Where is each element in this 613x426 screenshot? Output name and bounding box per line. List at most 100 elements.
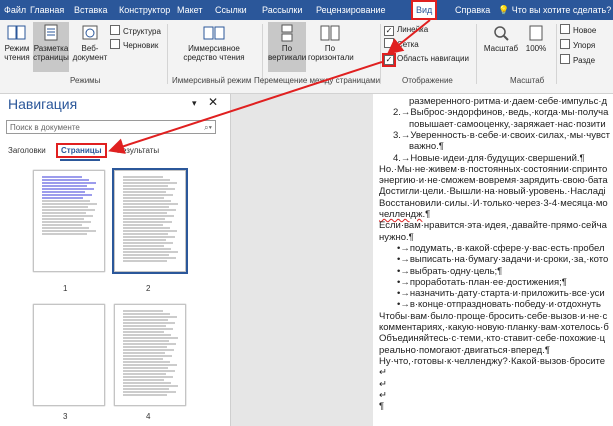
document-line: 4.→Новые·идеи·для·будущих·свершений.¶	[393, 152, 585, 164]
web-layout-button[interactable]: Веб- документ	[72, 22, 108, 72]
page-content-preview	[123, 176, 178, 262]
separator	[167, 24, 168, 84]
document-line: ↵	[379, 389, 387, 401]
arrange-all-icon	[560, 39, 570, 49]
page-thumbnail[interactable]	[33, 304, 105, 406]
tell-me-box[interactable]: 💡 Что вы хотите сделать?	[498, 0, 611, 20]
document-line: 2.→Выброс·эндорфинов,·ведь,·когда·мы·пол…	[393, 107, 609, 119]
document-line: важно.¶	[409, 141, 444, 153]
vertical-pages-icon	[281, 24, 293, 42]
tab-6[interactable]: Рассылки	[262, 0, 302, 20]
document-line: •→выбрать·одну·цель;¶	[397, 265, 503, 277]
document-line: •→подумать,·в·какой·сфере·у·вас·есть·про…	[397, 242, 605, 254]
tab-0[interactable]: Файл	[4, 0, 26, 20]
page-thumbnail[interactable]	[114, 304, 186, 406]
tab-pages[interactable]: Страницы	[56, 143, 107, 158]
new-window-button[interactable]: Новое	[560, 24, 596, 36]
tab-headings[interactable]: Заголовки	[8, 146, 46, 155]
page-thumbnail-selected[interactable]	[112, 168, 188, 274]
document-line: Восстановили·силы.·И·только·через·3-4·ме…	[379, 197, 608, 209]
immersive-reader-button[interactable]: Иммерсивное средство чтения	[172, 22, 256, 72]
checkbox-checked-icon: ✓	[384, 26, 394, 36]
tab-9[interactable]: Справка	[455, 0, 490, 20]
document-area[interactable]: размеренного·ритма·и·даем·себе·импульс·д…	[231, 94, 613, 426]
document-line: •→в·конце·отпраздновать·победу·и·отдохну…	[397, 299, 601, 311]
document-line: комментариях,·какую·новую·планку·вам·хот…	[379, 322, 609, 333]
search-icon[interactable]: ⌕▾	[204, 121, 212, 135]
zoom-icon	[494, 26, 509, 41]
document-line: реально·помогают·двигаться·вперед.¶	[379, 344, 550, 356]
document-line: повышает·самооценку,·заряжает·нас·позити	[409, 118, 606, 130]
split-icon	[560, 54, 570, 64]
document-line: •→назначить·дату·старта·и·приложить·все·…	[397, 288, 605, 300]
page-number-label: 4	[146, 412, 151, 421]
web-layout-icon	[82, 25, 98, 40]
print-layout-icon	[44, 24, 58, 41]
immersive-reader-icon	[203, 26, 225, 40]
close-icon[interactable]: ✕	[208, 95, 218, 109]
document-line: размеренного·ритма·и·даем·себе·импульс·д	[409, 96, 608, 107]
document-line: Но.·Мы·не·живем·в·постоянных·состоянии·с…	[379, 163, 608, 175]
tab-1[interactable]: Главная	[30, 0, 64, 20]
split-button[interactable]: Разде	[560, 54, 595, 66]
arrange-all-button[interactable]: Упоря	[560, 39, 595, 51]
page-number-label: 3	[63, 412, 68, 421]
document-line: Объединяйтесь·с·теми,·кто·ставит·себе·по…	[379, 333, 606, 345]
tab-3[interactable]: Конструктор	[119, 0, 170, 20]
navigation-pane: Навигация ▾ ✕ Поиск в документе ⌕▾ Загол…	[0, 94, 231, 426]
side-by-side-icon	[320, 25, 340, 41]
checkbox-checked-icon: ✓	[382, 53, 396, 67]
zoom-button[interactable]: Масштаб	[482, 22, 520, 62]
group-show-label: Отображение	[402, 76, 453, 85]
ribbon-view: Режим чтения Разметка страницы Веб- доку…	[0, 20, 613, 94]
zoom-100-button[interactable]: 100%	[522, 22, 550, 62]
document-line: энергию·и·не·сможем·вовремя·зарядить·сво…	[379, 175, 608, 187]
document-page[interactable]: размеренного·ритма·и·даем·себе·импульс·д…	[373, 94, 613, 426]
document-line: ↵	[379, 367, 387, 379]
nav-search-input[interactable]: Поиск в документе ⌕▾	[6, 120, 216, 134]
page-number-label: 2	[146, 284, 151, 293]
group-modes-label: Режимы	[70, 76, 101, 85]
outline-icon	[110, 25, 120, 35]
group-zoom-label: Масштаб	[510, 76, 545, 85]
vertical-button[interactable]: По вертикали	[268, 22, 306, 72]
document-line: Ну·что,·готовы·к·челленджу?·Какой·вызов·…	[379, 355, 606, 367]
draft-button[interactable]: Черновик	[110, 39, 158, 51]
zoom-100-icon	[529, 25, 543, 41]
document-line: •→выписать·на·бумагу·задачи·и·сроки,·за,…	[397, 254, 609, 266]
tab-8[interactable]: Вид	[411, 0, 438, 20]
document-line: Чтобы·вам·было·проще·бросить·себе·вызов·…	[379, 310, 608, 322]
draft-icon	[110, 39, 120, 49]
tab-results[interactable]: Результаты	[117, 146, 159, 155]
ruler-checkbox[interactable]: ✓ Линейка	[384, 24, 428, 36]
document-line: •→проработать·план·ее·достижения;¶	[397, 276, 567, 288]
group-immersive-label: Иммерсивный режим	[172, 76, 252, 85]
document-line: ¶	[379, 401, 385, 413]
outline-button[interactable]: Структура	[110, 25, 161, 37]
group-page-move-label: Перемещение между страницами	[254, 76, 381, 85]
misspelled-word: челлендж	[379, 209, 423, 220]
page-thumbnail[interactable]	[33, 170, 105, 272]
lightbulb-icon: 💡	[498, 5, 510, 15]
tab-5[interactable]: Ссылки	[215, 0, 247, 20]
side-by-side-button[interactable]: По горизонтали	[308, 22, 354, 72]
read-mode-button[interactable]: Режим чтения	[2, 22, 32, 72]
tab-2[interactable]: Вставка	[74, 0, 107, 20]
gridlines-checkbox[interactable]: Сетка	[384, 38, 419, 50]
tab-7[interactable]: Рецензирование	[316, 0, 386, 20]
print-layout-button[interactable]: Разметка страницы	[33, 22, 69, 72]
new-window-icon	[560, 24, 570, 34]
document-line: Достигли·цели.·Вышли·на·новый·уровень.·Н…	[379, 186, 606, 198]
separator	[262, 24, 263, 84]
tab-4[interactable]: Макет	[177, 0, 202, 20]
active-tab-underline	[60, 159, 100, 161]
document-line: Если·вам·нравится·эта·идея,·давайте·прям…	[379, 220, 607, 232]
document-line: нужно.¶	[379, 231, 414, 243]
document-line: ↵	[379, 378, 387, 390]
nav-pane-title: Навигация	[8, 96, 78, 112]
nav-options-icon[interactable]: ▾	[192, 98, 197, 109]
nav-pane-checkbox[interactable]: ✓ Область навигации	[382, 53, 469, 67]
separator	[476, 24, 477, 84]
page-content-preview	[42, 176, 97, 235]
document-line: 3.→Уверенность·в·себе·и·своих·силах,·мы·…	[393, 129, 610, 141]
